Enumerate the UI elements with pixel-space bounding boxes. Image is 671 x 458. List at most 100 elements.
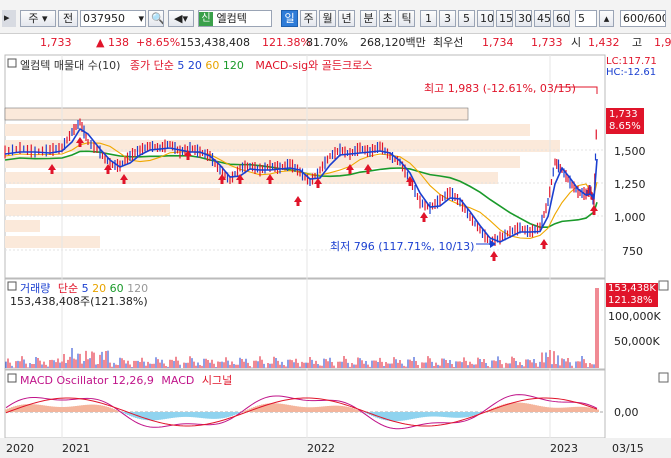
volume-legend-checkbox-icon[interactable] [7, 281, 17, 291]
high-annotation: 최고 1,983 (-12.61%, 03/15) [424, 82, 576, 95]
interval-5-button[interactable]: 5 [458, 10, 475, 27]
macd-scroll-button[interactable] [658, 372, 669, 383]
price-tag: 1,733 [609, 109, 638, 120]
trade-amount: 268,120백만 [360, 36, 426, 49]
period-second-button[interactable]: 초 [379, 10, 396, 27]
y-tick-1250: 1,250 [614, 178, 646, 191]
interval-45-button[interactable]: 45 [534, 10, 551, 27]
x-label-2022: 2022 [307, 442, 335, 455]
macd-legend: MACD Oscillator 12,26,9 MACD 시그널 [20, 372, 232, 388]
period-second-label: 초 [382, 12, 393, 25]
volume-tag-pct: 121.38% [608, 295, 653, 306]
period-month-label: 월 [322, 12, 333, 25]
x-label-2023: 2023 [550, 442, 578, 455]
hc-label: HC:-12.61 [606, 67, 657, 78]
interval-label: 10 [480, 12, 494, 25]
interval-10-button[interactable]: 10 [477, 10, 494, 27]
count-input[interactable]: 600/600 [620, 10, 666, 27]
best-quote-label: 최우선 [433, 36, 464, 49]
count-total: /600 [644, 12, 665, 25]
high-price: 1,9 [654, 36, 671, 49]
change-value: 138 [108, 36, 129, 49]
macd-label: MACD [161, 374, 195, 387]
interval-1-button[interactable]: 1 [420, 10, 437, 27]
quote-bar: 1,733 ▲ 138 +8.65% 153,438,408 121.38% 8… [0, 34, 671, 52]
x-end-label: 03/15 [612, 442, 644, 455]
period-tick-label: 틱 [401, 12, 412, 25]
volume-ratio: 121.38% [262, 36, 311, 49]
volume-profile-bar [4, 107, 469, 121]
period-year-button[interactable]: 년 [338, 10, 355, 27]
y-tick-750: 750 [622, 245, 643, 258]
interval-3-button[interactable]: 3 [439, 10, 456, 27]
volume-y-tick-50k: 50,000K [614, 335, 660, 348]
open-label: 시 [571, 36, 582, 49]
volume-info: 153,438,408주(121.38%) [10, 295, 148, 308]
period-year-label: 년 [341, 12, 352, 25]
market-select[interactable]: 주 ▾ [20, 10, 56, 27]
interval-15-button[interactable]: 15 [496, 10, 513, 27]
change-pct: +8.65% [136, 36, 181, 49]
speaker-icon[interactable]: ◀▾ [168, 10, 194, 27]
stock-name: 엘컴텍 [216, 12, 247, 25]
x-label-2021: 2021 [62, 442, 90, 455]
change-triangle-icon: ▲ [96, 36, 105, 49]
price-legend-checkbox-icon[interactable] [7, 58, 17, 68]
interval-label: 15 [499, 12, 513, 25]
stock-code-input[interactable]: 037950 ▾ [80, 10, 146, 27]
lc-label: LC:117.71 [606, 56, 657, 67]
current-price: 1,733 [40, 36, 72, 49]
period-month-button[interactable]: 월 [319, 10, 336, 27]
volume-profile-bar [5, 204, 170, 216]
interval-label: 60 [556, 12, 570, 25]
stock-code-value: 037950 [83, 12, 125, 25]
volume-tag: 153,438K [608, 283, 656, 294]
period-minute-button[interactable]: 분 [360, 10, 377, 27]
chart-area[interactable]: 엘컴텍 매물대 수(10) 종가 단순 5 20 60 120 MACD-sig… [0, 52, 671, 458]
search-icon[interactable]: 🔍 [148, 10, 164, 27]
toolbar: ▸ 주 ▾ 전 037950 ▾ 🔍 ◀▾ 신 엘컴텍 일 주 월 년 분 초 틱… [0, 0, 671, 34]
ratio2: 81.70% [306, 36, 348, 49]
menu-grip[interactable]: ▸ [2, 10, 16, 27]
macd-signal-legend: MACD-sig와 골든크로스 [255, 59, 373, 72]
volume-profile-bar [5, 236, 100, 248]
y-tick-1000: 1,000 [614, 211, 646, 224]
period-week-label: 주 [303, 12, 314, 25]
volume-value: 153,438,408 [180, 36, 250, 49]
price-pct-tag: 8.65% [609, 121, 641, 132]
volume-y-tick-100k: 100,000K [608, 310, 661, 323]
interval-60-button[interactable]: 60 [553, 10, 570, 27]
ma60-legend: 60 [205, 59, 220, 72]
volume-profile-bar [5, 220, 40, 232]
x-label-2020: 2020 [6, 442, 34, 455]
period-tick-button[interactable]: 틱 [398, 10, 415, 27]
period-minute-label: 분 [363, 12, 374, 25]
interval-label: 1 [425, 12, 432, 25]
ma5-legend: 5 [177, 59, 185, 72]
volume-scroll-button[interactable] [658, 280, 669, 291]
interval-label: 3 [444, 12, 451, 25]
ma120-legend: 120 [222, 59, 244, 72]
volume-profile-bar [5, 188, 220, 200]
interval-label: 45 [537, 12, 551, 25]
macd-y-tick-zero: 0,00 [614, 406, 639, 419]
chart-canvas [0, 54, 671, 458]
y-tick-1500: 1,500 [614, 145, 646, 158]
high-label: 고 [632, 36, 643, 49]
period-week-button[interactable]: 주 [300, 10, 317, 27]
jeon-label: 전 [62, 12, 74, 25]
jeon-button[interactable]: 전 [58, 10, 78, 27]
sin-badge: 신 [199, 12, 213, 26]
interval-input[interactable]: 5 [575, 10, 597, 27]
interval-30-button[interactable]: 30 [515, 10, 532, 27]
period-day-button[interactable]: 일 [281, 10, 298, 27]
interval-value: 5 [578, 12, 585, 25]
chevron-down-icon: ▾ [138, 12, 144, 25]
ask-price: 1,734 [482, 36, 514, 49]
interval-stepper[interactable]: ▴ [599, 10, 614, 27]
macd-osc-label: MACD Oscillator 12,26,9 [20, 374, 154, 387]
count-value: 600 [623, 12, 644, 25]
macd-legend-checkbox-icon[interactable] [7, 373, 17, 383]
stock-name-box[interactable]: 신 엘컴텍 [198, 10, 272, 27]
open-price: 1,432 [588, 36, 620, 49]
